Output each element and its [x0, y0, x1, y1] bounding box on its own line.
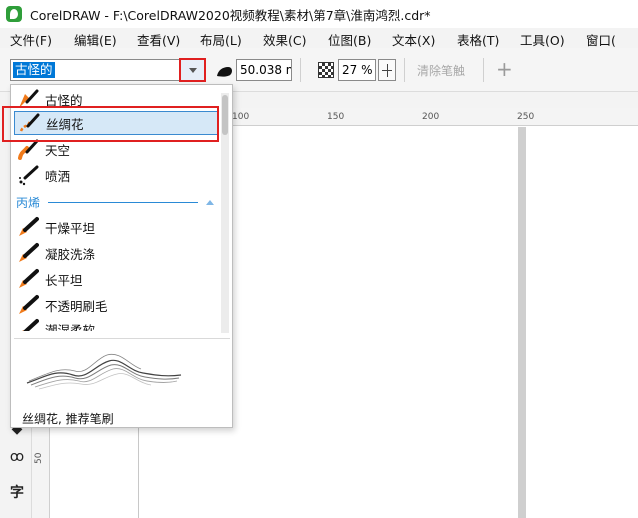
category-divider: [48, 201, 198, 203]
scrollbar-thumb[interactable]: [222, 95, 228, 135]
menu-bar: 文件(F) 编辑(E) 查看(V) 布局(L) 效果(C) 位图(B) 文本(X…: [0, 28, 638, 48]
menu-view[interactable]: 查看(V): [137, 30, 180, 49]
transparency-input[interactable]: 27 %: [338, 59, 376, 81]
brush-preview-caption: 丝绸花, 推荐笔刷: [22, 412, 114, 426]
brush-item-dry-flat[interactable]: 干燥平坦: [14, 215, 218, 239]
brush-item-label: 长平坦: [45, 272, 83, 288]
menu-effects[interactable]: 效果(C): [263, 30, 306, 49]
menu-bitmaps[interactable]: 位图(B): [328, 30, 371, 49]
collapse-arrow-icon[interactable]: [206, 199, 214, 205]
highlight-annotation: [2, 106, 219, 142]
document-tab-strip: [232, 92, 638, 108]
coreldraw-logo-icon: [6, 6, 22, 22]
toolbar-divider: [404, 58, 405, 82]
window-title: CorelDRAW - F:\CorelDRAW2020视频教程\素材\第7章\…: [30, 7, 431, 23]
ruler-label: 200: [422, 112, 440, 122]
transparency-icon: [318, 62, 334, 78]
menu-window[interactable]: 窗口(: [586, 30, 616, 49]
menu-tools[interactable]: 工具(O): [520, 30, 565, 49]
brush-item-opaque-bristle[interactable]: 不透明刷毛: [14, 293, 218, 317]
list-clip: 潮湿柔软: [14, 317, 218, 331]
transparency-slider-button[interactable]: [378, 59, 396, 81]
brush-gel-wash-icon: [19, 243, 39, 262]
brush-item-label: 不透明刷毛: [45, 298, 108, 314]
brush-wet-soft-icon: [22, 319, 39, 331]
page-shadow: [518, 127, 526, 518]
preview-divider: [14, 338, 230, 339]
ruler-label: 150: [327, 112, 345, 122]
brush-item-spray[interactable]: 喷洒: [14, 163, 218, 187]
menu-table[interactable]: 表格(T): [457, 30, 499, 49]
menu-edit[interactable]: 编辑(E): [74, 30, 117, 49]
dropdown-scrollbar[interactable]: [221, 93, 229, 333]
brush-category-acrylic[interactable]: 丙烯: [16, 193, 214, 211]
brush-item-label: 干燥平坦: [45, 220, 96, 236]
brush-opaque-bristle-icon: [19, 295, 39, 314]
brush-dropdown-button[interactable]: [179, 58, 206, 82]
brush-dry-flat-icon: [19, 217, 39, 236]
text-tool-icon[interactable]: 字: [8, 484, 26, 502]
brush-stroke-preview: [26, 353, 182, 390]
toolbar-divider: [300, 58, 301, 82]
brush-item-label: 喷洒: [45, 168, 71, 184]
brush-preset-select[interactable]: 古怪的: [10, 59, 206, 81]
menu-text[interactable]: 文本(X): [392, 30, 435, 49]
brush-item-gel-wash[interactable]: 凝胶洗涤: [14, 241, 218, 265]
brush-size-input[interactable]: 50.038 mm: [236, 59, 292, 81]
menu-file[interactable]: 文件(F): [10, 30, 52, 49]
ruler-label: 50: [34, 452, 44, 464]
category-title: 丙烯: [16, 195, 41, 210]
toolbar-divider: [483, 58, 484, 82]
ruler-label: 250: [517, 112, 535, 122]
chevron-down-icon: [189, 68, 197, 73]
brush-item-label: 天空: [45, 142, 71, 158]
brush-spray-icon: [19, 165, 39, 186]
brush-size-icon: [217, 67, 232, 77]
add-preset-button[interactable]: +: [496, 57, 513, 81]
clear-stroke-button[interactable]: 清除笔触: [417, 62, 465, 79]
title-bar: CorelDRAW - F:\CorelDRAW2020视频教程\素材\第7章\…: [0, 0, 638, 28]
brush-item-wet-soft[interactable]: 潮湿柔软: [14, 317, 218, 331]
brush-item-label: 潮湿柔软: [45, 322, 96, 332]
menu-layout[interactable]: 布局(L): [200, 30, 242, 49]
brush-preset-value: 古怪的: [13, 62, 55, 78]
spiral-tool-icon[interactable]: ꝏ: [8, 448, 26, 466]
ruler-label: 100: [232, 112, 250, 122]
brush-item-label: 凝胶洗涤: [45, 246, 96, 262]
brush-item-long-flat[interactable]: 长平坦: [14, 267, 218, 291]
brush-long-flat-icon: [19, 269, 39, 288]
